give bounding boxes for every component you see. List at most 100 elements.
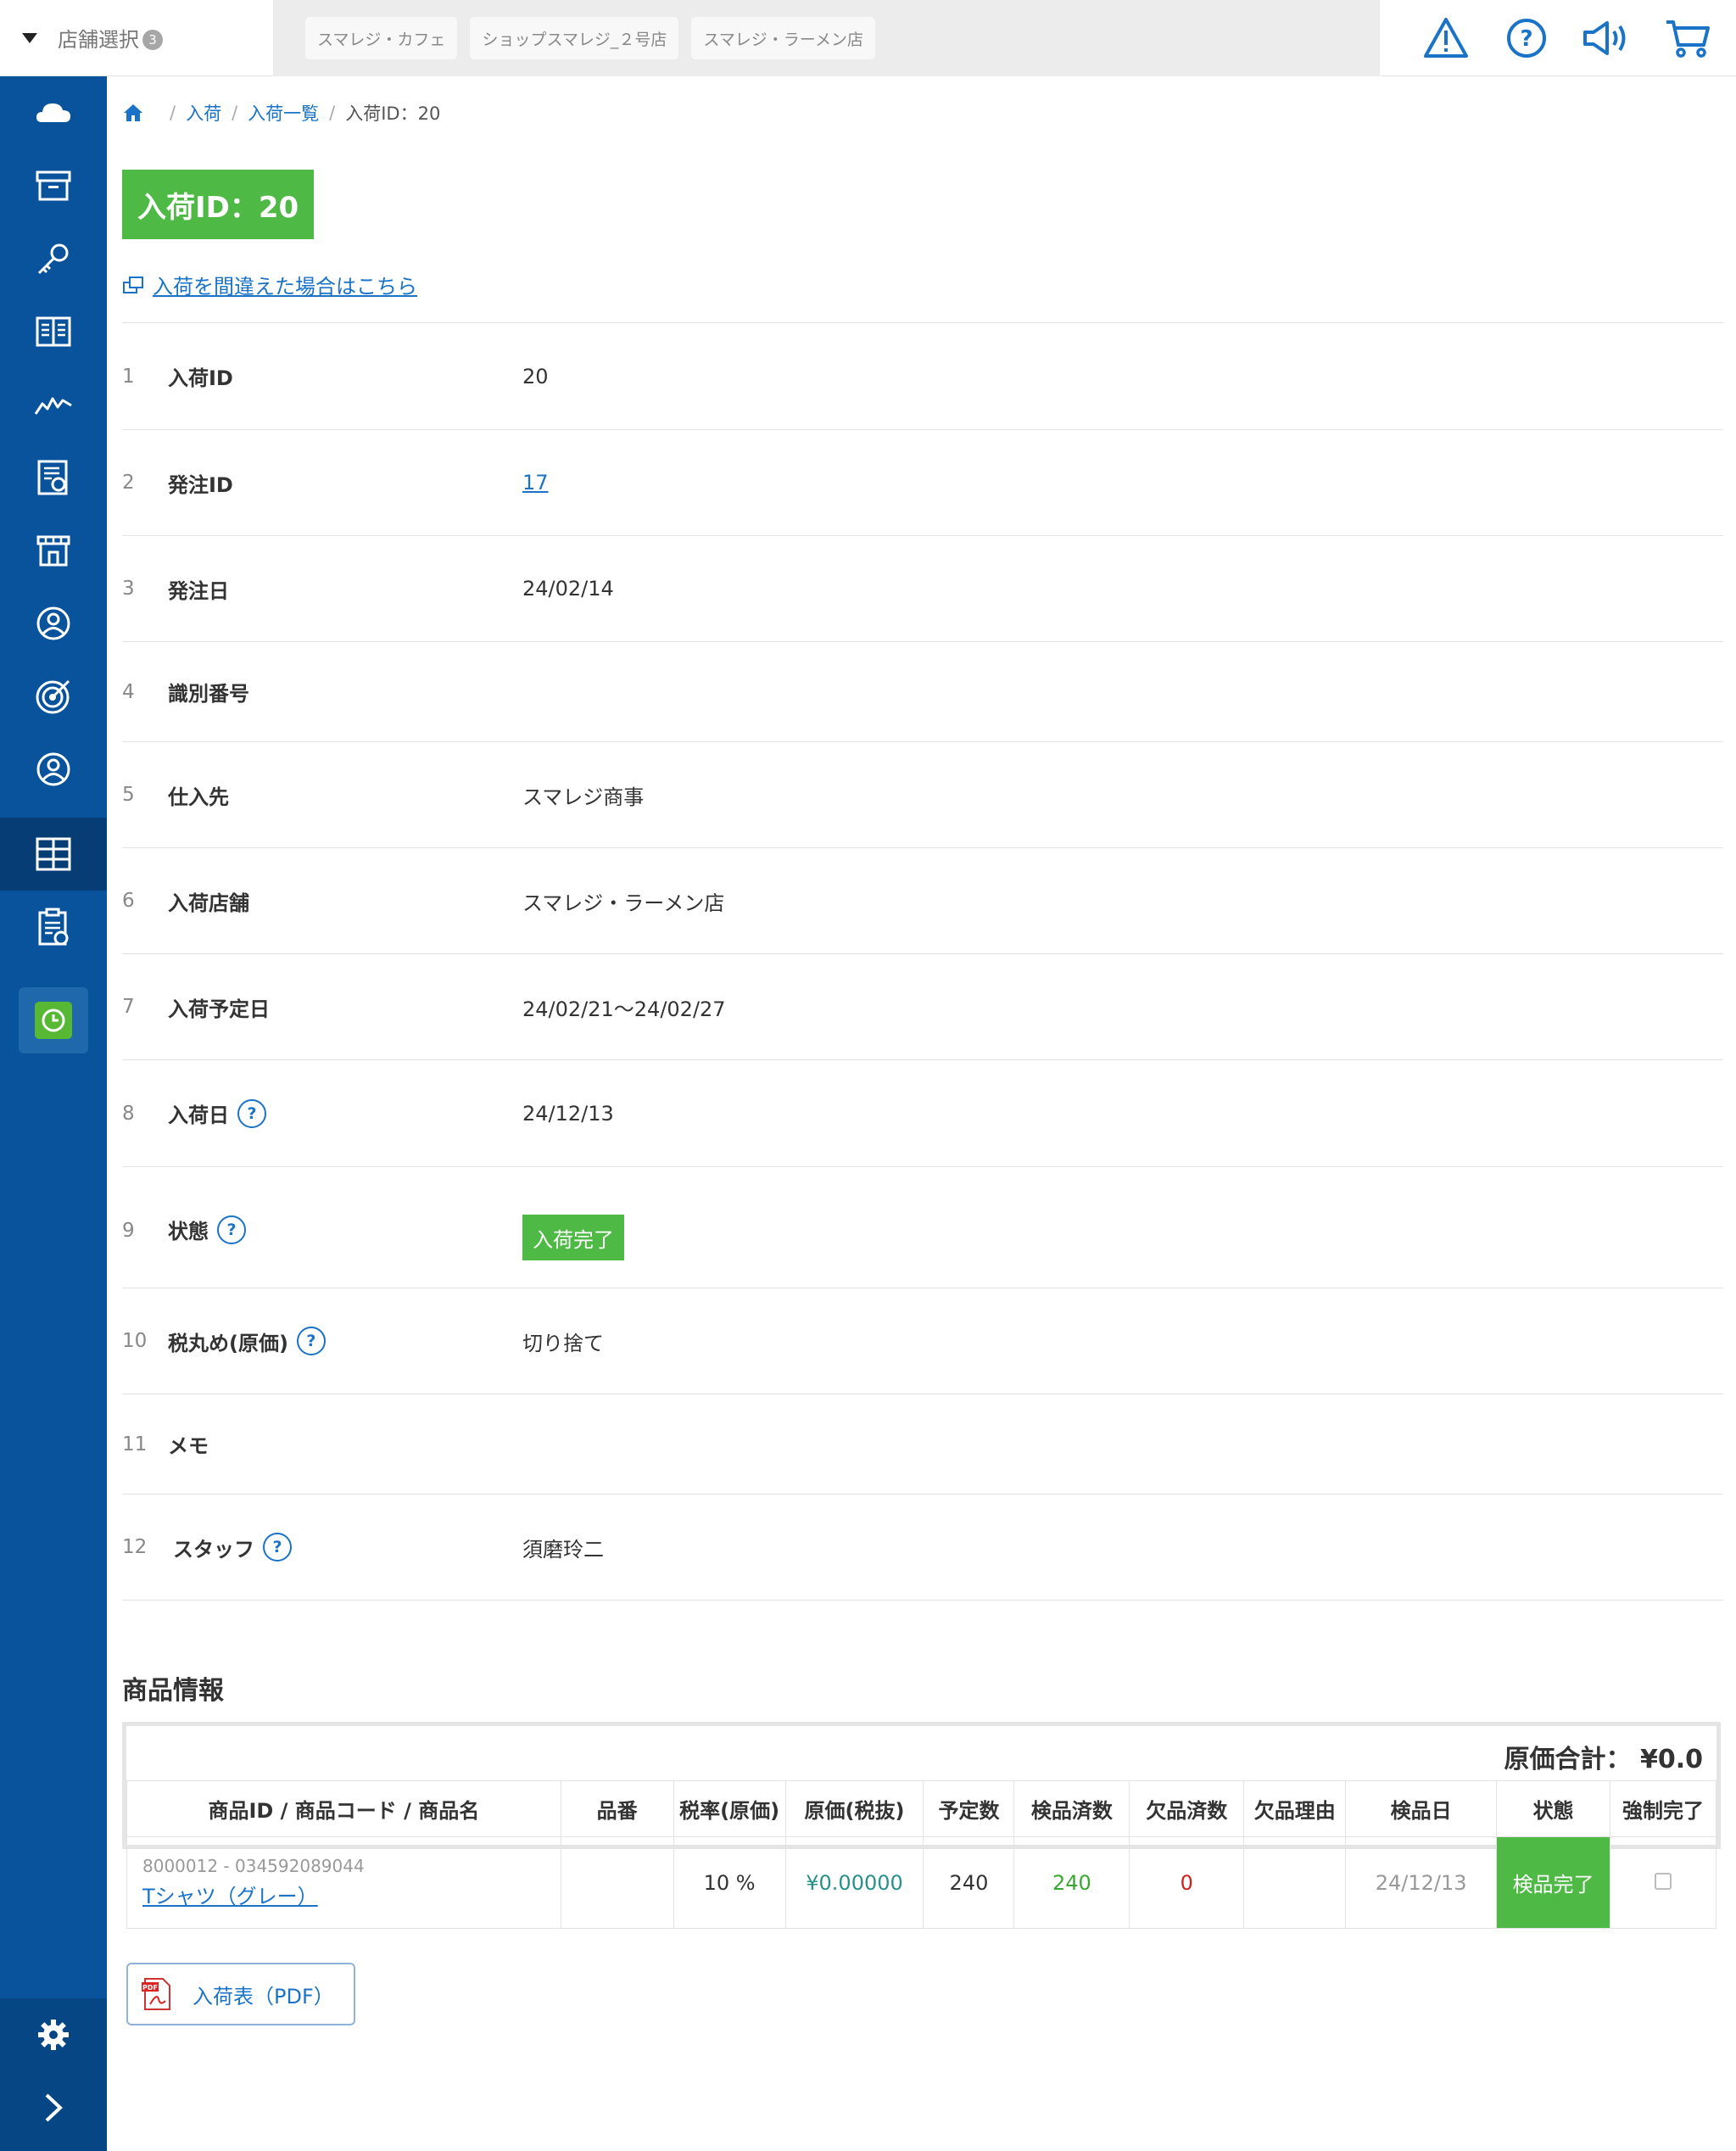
row-key: 入荷日?	[168, 1098, 266, 1128]
breadcrumb-current: 入荷ID：20	[345, 103, 441, 124]
help-icon[interactable]: ?	[217, 1215, 246, 1244]
external-window-icon	[123, 276, 143, 293]
cost-cell: ¥0.00000	[784, 1836, 924, 1929]
caret-down-icon	[22, 32, 37, 43]
row-key-label: 税丸め(原価)	[168, 1331, 288, 1355]
mistake-link-label: 入荷を間違えた場合はこちら	[153, 275, 417, 299]
store-tab[interactable]: スマレジ・ラーメン店	[691, 17, 876, 59]
order-id-link[interactable]: 17	[522, 471, 549, 494]
row-value: 24/02/14	[522, 577, 614, 601]
force-complete-checkbox[interactable]	[1655, 1872, 1672, 1890]
grid-icon[interactable]	[0, 818, 107, 891]
status-badge: 入荷完了	[522, 1215, 624, 1260]
table-row: 8000012 - 034592089044 Tシャツ（グレー） 10 % ¥0…	[126, 1836, 1716, 1929]
user-circle-icon[interactable]	[0, 733, 107, 806]
store-icon[interactable]	[0, 514, 107, 587]
row-key-label: メモ	[168, 1434, 209, 1458]
help-icon[interactable]: ?	[1501, 13, 1552, 64]
row-value: スマレジ・ラーメン店	[522, 891, 725, 915]
cost-total: 原価合計： ¥0.0	[1504, 1745, 1703, 1774]
row-number: 9	[122, 1220, 135, 1242]
cloud-icon[interactable]	[0, 76, 107, 149]
row-key-label: 識別番号	[168, 682, 249, 706]
column-header: 検品日	[1345, 1780, 1498, 1837]
target-icon[interactable]	[0, 660, 107, 733]
chevron-right-icon[interactable]	[0, 2071, 107, 2144]
product-table: 商品ID / 商品コード / 商品名 品番 税率(原価) 原価(税抜) 予定数 …	[126, 1780, 1716, 1929]
user-icon[interactable]	[0, 587, 107, 660]
planned-qty-cell: 240	[923, 1836, 1015, 1929]
store-select-dropdown[interactable]: 店舗選択 3	[0, 0, 273, 76]
column-header: 原価(税抜)	[784, 1780, 924, 1837]
warning-icon[interactable]	[1421, 13, 1471, 64]
key-icon[interactable]	[0, 222, 107, 295]
row-key: スタッフ?	[173, 1533, 292, 1562]
part-number-cell	[560, 1836, 674, 1929]
top-bar: 店舗選択 3 スマレジ・カフェ ショップスマレジ_２号店 スマレジ・ラーメン店 …	[0, 0, 1736, 76]
column-header: 欠品済数	[1129, 1780, 1245, 1837]
row-value: 須磨玲二	[522, 1537, 604, 1562]
row-key: 状態?	[168, 1215, 246, 1244]
gear-icon[interactable]	[0, 1998, 107, 2071]
breadcrumb: / 入荷 / 入荷一覧 / 入荷ID：20	[122, 100, 440, 126]
detail-row: 8 入荷日? 24/12/13	[122, 1060, 1723, 1167]
megaphone-icon[interactable]	[1582, 13, 1633, 64]
row-key: 識別番号	[168, 677, 249, 707]
detail-row: 1 入荷ID 20	[122, 323, 1723, 430]
column-header: 状態	[1496, 1780, 1611, 1837]
breadcrumb-separator: /	[232, 103, 238, 123]
clock-icon-inner	[35, 1002, 72, 1039]
row-key: 仕入先	[168, 780, 229, 810]
home-icon[interactable]	[122, 102, 144, 124]
product-table-panel: 原価合計： ¥0.0 商品ID / 商品コード / 商品名 品番 税率(原価) …	[122, 1722, 1721, 1929]
detail-list: 1 入荷ID 20 2 発注ID 17 3 発注日 24/02/14 4 識別番…	[122, 322, 1723, 1601]
state-cell: 検品完了	[1496, 1836, 1611, 1929]
help-icon[interactable]: ?	[296, 1327, 326, 1355]
column-header: 予定数	[923, 1780, 1015, 1837]
detail-row: 2 発注ID 17	[122, 430, 1723, 536]
shortage-qty-cell: 0	[1129, 1836, 1245, 1929]
row-number: 3	[122, 578, 135, 600]
column-header: 欠品理由	[1243, 1780, 1347, 1837]
table-header-row: 商品ID / 商品コード / 商品名 品番 税率(原価) 原価(税抜) 予定数 …	[126, 1780, 1716, 1837]
product-cell: 8000012 - 034592089044 Tシャツ（グレー）	[126, 1836, 561, 1929]
mistake-link[interactable]: 入荷を間違えた場合はこちら	[122, 270, 417, 299]
row-key-label: 発注ID	[168, 472, 233, 497]
product-name-link[interactable]: Tシャツ（グレー）	[142, 1885, 318, 1908]
breadcrumb-separator: /	[170, 103, 176, 123]
row-key: 入荷ID	[168, 361, 233, 391]
book-icon[interactable]	[0, 295, 107, 368]
row-number: 2	[122, 472, 135, 494]
row-key-label: 発注日	[168, 578, 229, 603]
store-tab[interactable]: ショップスマレジ_２号店	[470, 17, 679, 59]
clipboard-icon[interactable]	[0, 891, 107, 964]
section-title: 商品情報	[122, 1676, 224, 1706]
top-icons: ?	[1380, 0, 1736, 76]
pdf-download-button[interactable]: PDF 入荷表（PDF）	[126, 1963, 355, 2025]
breadcrumb-link[interactable]: 入荷	[186, 100, 221, 126]
clock-icon[interactable]	[0, 984, 107, 1057]
tax-rate-cell: 10 %	[673, 1836, 786, 1929]
report-icon[interactable]	[0, 441, 107, 514]
archive-box-icon[interactable]	[0, 149, 107, 222]
row-key-label: 入荷予定日	[168, 997, 270, 1021]
store-tabs: スマレジ・カフェ ショップスマレジ_２号店 スマレジ・ラーメン店	[273, 0, 1380, 76]
row-key-label: 入荷ID	[168, 366, 233, 390]
row-number: 7	[122, 996, 135, 1018]
product-code: 8000012 - 034592089044	[142, 1856, 365, 1876]
breadcrumb-link[interactable]: 入荷一覧	[248, 100, 319, 126]
row-number: 1	[122, 365, 135, 388]
chart-line-icon[interactable]	[0, 368, 107, 441]
row-number: 5	[122, 784, 135, 806]
cart-icon[interactable]	[1662, 13, 1713, 64]
detail-row: 4 識別番号	[122, 642, 1723, 742]
help-icon[interactable]: ?	[237, 1098, 266, 1128]
detail-row: 7 入荷予定日 24/02/21〜24/02/27	[122, 954, 1723, 1060]
row-key-label: 入荷店舗	[168, 891, 249, 915]
sidebar-bottom	[0, 1998, 107, 2151]
store-count-badge: 3	[142, 29, 163, 50]
store-tab[interactable]: スマレジ・カフェ	[305, 17, 458, 59]
row-number: 8	[122, 1102, 135, 1125]
row-key: 入荷予定日	[168, 992, 270, 1022]
help-icon[interactable]: ?	[263, 1533, 292, 1562]
